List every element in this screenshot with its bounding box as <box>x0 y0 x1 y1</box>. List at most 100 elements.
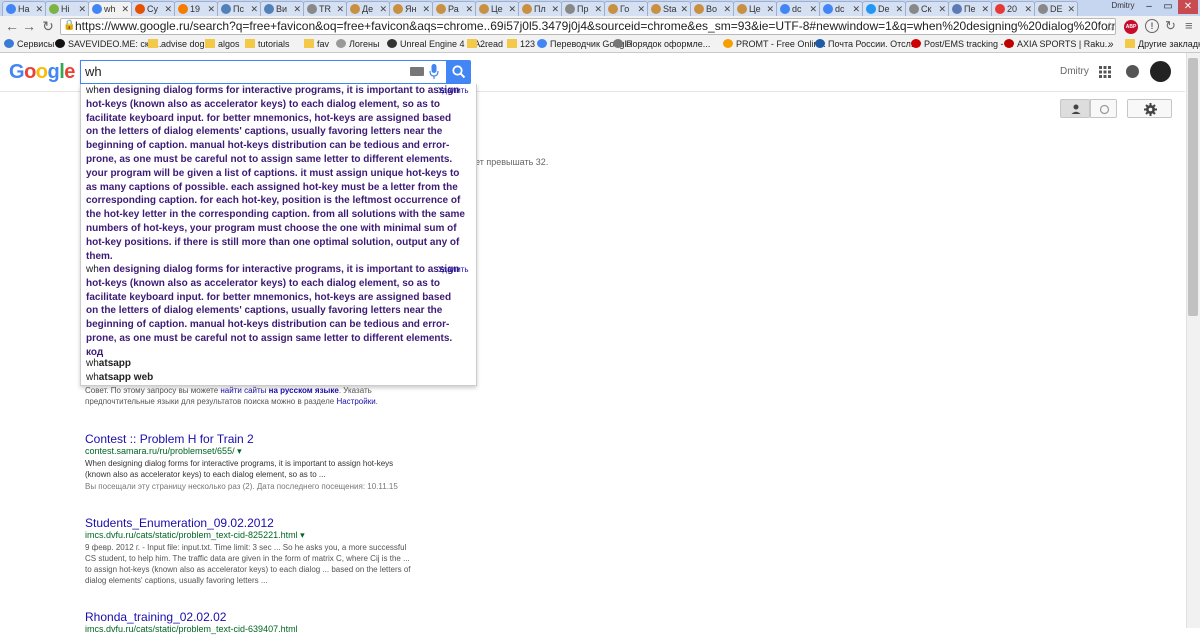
back-button[interactable]: ← <box>4 18 20 34</box>
tab-close-icon[interactable]: ✕ <box>250 3 258 15</box>
minimize-icon[interactable]: – <box>1140 0 1158 14</box>
suggestion-item[interactable]: whatsapp <box>86 357 131 371</box>
tab-close-icon[interactable]: ✕ <box>465 3 473 15</box>
browser-tab[interactable]: Sta ✕ <box>647 1 691 16</box>
result-title-link[interactable]: Students_Enumeration_09.02.2012 <box>85 516 415 530</box>
tab-close-icon[interactable]: ✕ <box>551 3 559 15</box>
browser-tab[interactable]: Hi ✕ <box>45 1 89 16</box>
browser-tab[interactable]: Ян ✕ <box>389 1 433 16</box>
suggestion-item[interactable]: whatsapp web <box>86 371 153 385</box>
browser-tab[interactable]: DE ✕ <box>1034 1 1078 16</box>
result-title-link[interactable]: Contest :: Problem H for Train 2 <box>85 432 415 446</box>
browser-tab[interactable]: Пл ✕ <box>518 1 562 16</box>
bookmark-item[interactable]: Post/EMS tracking - ... <box>911 37 1014 52</box>
tab-close-icon[interactable]: ✕ <box>422 3 430 15</box>
tab-close-icon[interactable]: ✕ <box>809 3 817 15</box>
bookmark-item[interactable]: Логены <box>336 37 379 52</box>
adblock-icon[interactable]: ABP <box>1124 20 1138 34</box>
address-bar[interactable]: 🔒 https://www.google.ru/search?q=free+fa… <box>60 18 1116 35</box>
close-window-icon[interactable]: ✕ <box>1178 0 1198 14</box>
browser-tab[interactable]: wh ✕ <box>88 1 132 17</box>
bookmark-item[interactable]: AXIA SPORTS | Raku... <box>1004 37 1112 52</box>
tab-close-icon[interactable]: ✕ <box>508 3 516 15</box>
tab-close-icon[interactable]: ✕ <box>35 3 43 15</box>
browser-tab[interactable]: Ра ✕ <box>432 1 476 16</box>
remove-suggestion-link[interactable]: Удалить <box>438 265 469 274</box>
tab-close-icon[interactable]: ✕ <box>852 3 860 15</box>
menu-icon[interactable]: ≡ <box>1185 18 1193 34</box>
bookmark-item[interactable]: advise dog <box>148 37 205 52</box>
browser-tab[interactable]: Де ✕ <box>346 1 390 16</box>
tab-close-icon[interactable]: ✕ <box>164 3 172 15</box>
tab-close-icon[interactable]: ✕ <box>981 3 989 15</box>
browser-tab[interactable]: Го ✕ <box>604 1 648 16</box>
tab-close-icon[interactable]: ✕ <box>938 3 946 15</box>
search-button[interactable] <box>447 60 471 84</box>
tab-close-icon[interactable]: ✕ <box>680 3 688 15</box>
browser-tab[interactable]: Во ✕ <box>690 1 734 16</box>
tab-close-icon[interactable]: ✕ <box>379 3 387 15</box>
browser-tab[interactable]: Пс ✕ <box>217 1 261 16</box>
browser-tab[interactable]: dc ✕ <box>819 1 863 16</box>
browser-tab[interactable]: De ✕ <box>862 1 906 16</box>
browser-tab[interactable]: Це ✕ <box>733 1 777 16</box>
profile-name-tab[interactable]: Dmitry <box>1107 0 1139 12</box>
tab-close-icon[interactable]: ✕ <box>293 3 301 15</box>
browser-tab[interactable]: Пе ✕ <box>948 1 992 16</box>
search-input[interactable]: wh <box>80 60 447 84</box>
info-icon[interactable]: ! <box>1145 19 1159 33</box>
url-dropdown-icon[interactable]: ▾ <box>300 530 305 540</box>
tab-close-icon[interactable]: ✕ <box>121 3 129 15</box>
bookmark-item[interactable]: SAVEVIDEO.ME: ска... <box>55 37 162 52</box>
bookmark-item[interactable]: PROMT - Free Onlin... <box>723 37 826 52</box>
browser-tab[interactable]: Ви ✕ <box>260 1 304 16</box>
browser-tab[interactable]: dc ✕ <box>776 1 820 16</box>
suggestion-item[interactable]: when designing dialog forms for interact… <box>86 84 466 263</box>
bookmark-item[interactable]: Порядок оформле... <box>613 37 710 52</box>
scroll-thumb[interactable] <box>1188 58 1198 316</box>
bookmark-item[interactable]: Почта России. Отсл... <box>815 37 918 52</box>
notifications-icon[interactable] <box>1126 65 1139 78</box>
browser-tab[interactable]: Ha ✕ <box>2 1 46 16</box>
google-logo[interactable]: Google <box>9 61 75 84</box>
browser-tab[interactable]: Це ✕ <box>475 1 519 16</box>
tab-close-icon[interactable]: ✕ <box>336 3 344 15</box>
refresh-extension-icon[interactable]: ↻ <box>1165 18 1176 34</box>
url-dropdown-icon[interactable]: ▾ <box>237 446 242 456</box>
bookmark-item[interactable]: algos <box>205 37 240 52</box>
apps-icon[interactable] <box>1099 66 1111 78</box>
browser-tab[interactable]: 20 ✕ <box>991 1 1035 16</box>
tab-close-icon[interactable]: ✕ <box>594 3 602 15</box>
other-bookmarks[interactable]: Другие закладки <box>1125 37 1200 52</box>
tab-close-icon[interactable]: ✕ <box>207 3 215 15</box>
maximize-icon[interactable]: ▭ <box>1159 0 1177 14</box>
browser-tab[interactable]: Пр ✕ <box>561 1 605 16</box>
find-sites-link[interactable]: найти сайты <box>220 386 266 395</box>
tab-close-icon[interactable]: ✕ <box>637 3 645 15</box>
forward-button[interactable]: → <box>21 18 37 34</box>
reload-button[interactable]: ↻ <box>40 18 56 34</box>
microphone-icon[interactable] <box>429 63 439 81</box>
settings-link[interactable]: Настройки <box>336 397 375 406</box>
personal-results-button[interactable] <box>1060 99 1090 118</box>
global-results-button[interactable] <box>1090 99 1117 118</box>
bookmark-item[interactable]: Сервисы <box>4 37 54 52</box>
bookmark-item[interactable]: tutorials <box>245 37 290 52</box>
remove-suggestion-link[interactable]: Удалить <box>438 86 469 95</box>
tab-close-icon[interactable]: ✕ <box>78 3 86 15</box>
star-icon[interactable]: ☆ <box>1104 19 1116 34</box>
browser-tab[interactable]: Ск ✕ <box>905 1 949 16</box>
browser-tab[interactable]: TR ✕ <box>303 1 347 16</box>
avatar[interactable] <box>1150 61 1171 82</box>
bookmark-item[interactable]: 2read <box>467 37 503 52</box>
bookmarks-overflow-icon[interactable]: » <box>1108 37 1114 52</box>
browser-tab[interactable]: 19 ✕ <box>174 1 218 16</box>
result-title-link[interactable]: Rhonda_training_02.02.02 <box>85 610 415 624</box>
keyboard-icon[interactable] <box>410 67 424 76</box>
tab-close-icon[interactable]: ✕ <box>1067 3 1075 15</box>
user-name[interactable]: Dmitry <box>1060 66 1089 77</box>
bookmark-item[interactable]: fav <box>304 37 329 52</box>
tab-close-icon[interactable]: ✕ <box>895 3 903 15</box>
suggestion-item[interactable]: when designing dialog forms for interact… <box>86 263 466 360</box>
tab-close-icon[interactable]: ✕ <box>723 3 731 15</box>
